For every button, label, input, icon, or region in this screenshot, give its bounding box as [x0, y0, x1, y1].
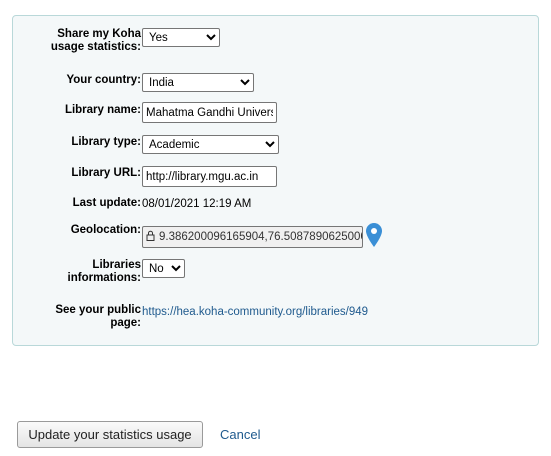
last-update-value: 08/01/2021 12:19 AM [142, 198, 252, 210]
libraries-info-select[interactable]: No [142, 259, 185, 278]
geolocation-text: 9.386200096165904,76.50878906250001 [159, 230, 363, 243]
geolocation-input[interactable]: 9.386200096165904,76.50878906250001 [142, 225, 363, 248]
libraries-info-label: Libraries informations: [67, 259, 141, 284]
map-pin-icon[interactable] [366, 223, 382, 250]
share-usage-label: Share my Koha usage statistics: [50, 28, 141, 53]
public-page-value: https://hea.koha-community.org/libraries… [142, 304, 368, 318]
update-statistics-button[interactable]: Update your statistics usage [17, 421, 203, 448]
country-value: India [142, 73, 254, 92]
geolocation-label: Geolocation: [70, 224, 141, 236]
lock-icon [146, 230, 155, 244]
country-select[interactable]: India [142, 73, 254, 92]
library-name-label: Library name: [64, 104, 141, 116]
cancel-link[interactable]: Cancel [220, 427, 260, 442]
library-url-label: Library URL: [71, 167, 141, 179]
libraries-info-value: No [142, 259, 185, 278]
public-page-label: See your public page: [55, 304, 141, 329]
library-type-label: Library type: [71, 136, 141, 148]
library-url-value [142, 166, 277, 187]
library-type-select[interactable]: Academic [142, 135, 279, 154]
public-page-link[interactable]: https://hea.koha-community.org/libraries… [142, 306, 368, 318]
statistics-form-panel: Share my Koha usage statistics: Yes Your… [12, 15, 539, 346]
geolocation-value: 9.386200096165904,76.50878906250001 [142, 223, 382, 250]
library-url-input[interactable] [142, 166, 277, 187]
library-name-input[interactable] [142, 102, 277, 123]
library-type-value: Academic [142, 135, 279, 154]
share-usage-value: Yes [142, 28, 220, 47]
share-usage-select[interactable]: Yes [142, 28, 220, 47]
library-name-value [142, 102, 277, 123]
last-update-label: Last update: [72, 197, 141, 209]
country-label: Your country: [66, 74, 141, 86]
